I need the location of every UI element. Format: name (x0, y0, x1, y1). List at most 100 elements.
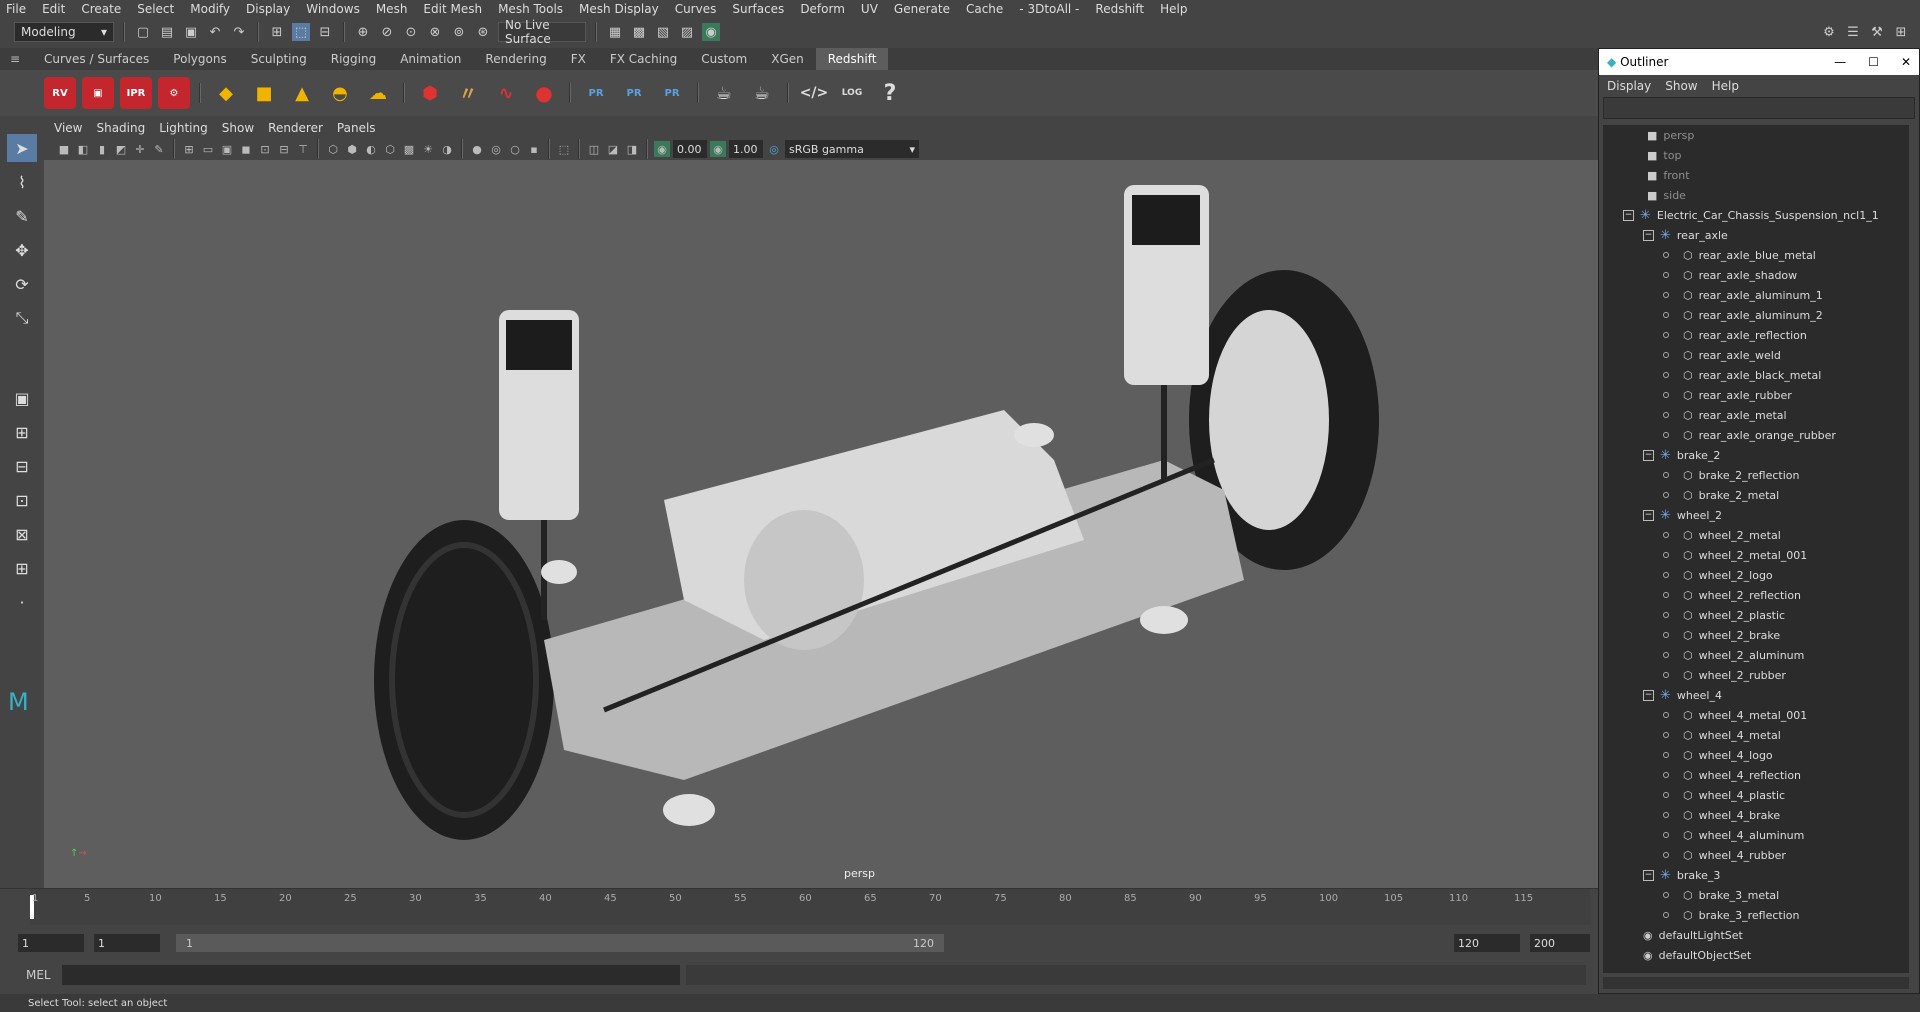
2d-pan-icon[interactable]: ✛ (132, 141, 148, 157)
expand-dot-icon[interactable] (1663, 392, 1669, 398)
image-plane-icon[interactable]: ◩ (113, 141, 129, 157)
expand-dot-icon[interactable] (1663, 832, 1669, 838)
outliner-row[interactable]: ⬡ rear_axle_rubber (1603, 385, 1909, 405)
expand-dot-icon[interactable] (1663, 432, 1669, 438)
expand-dot-icon[interactable] (1663, 592, 1669, 598)
expand-dot-icon[interactable] (1663, 772, 1669, 778)
two-view-icon[interactable]: ⊟ (7, 452, 37, 480)
outliner-row[interactable]: ⬡ rear_axle_shadow (1603, 265, 1909, 285)
redshift-ipr-icon[interactable]: IPR (120, 77, 152, 109)
outliner-row[interactable]: ⬡ rear_axle_black_metal (1603, 365, 1909, 385)
redshift-light-icon[interactable]: ◆ (210, 77, 242, 109)
expand-dot-icon[interactable] (1663, 572, 1669, 578)
command-input[interactable] (62, 965, 680, 985)
redshift-curve-icon[interactable]: ∿ (490, 77, 522, 109)
outliner-row[interactable]: ⬡ wheel_2_aluminum (1603, 645, 1909, 665)
menu-item[interactable]: Redshift (1095, 2, 1144, 16)
menu-item[interactable]: Help (1160, 2, 1187, 16)
outliner-menu-item[interactable]: Show (1665, 79, 1697, 93)
expand-dot-icon[interactable] (1663, 532, 1669, 538)
mel-label[interactable]: MEL (26, 968, 62, 982)
snap-view-icon[interactable]: ⊗ (426, 23, 444, 41)
shelf-tab[interactable]: Custom (689, 48, 759, 70)
attribute-editor-icon[interactable]: ☰ (1844, 23, 1862, 41)
menu-item[interactable]: Display (246, 2, 290, 16)
xray-components-icon[interactable]: ◨ (624, 141, 640, 157)
expand-dot-icon[interactable] (1663, 812, 1669, 818)
expand-dot-icon[interactable] (1663, 712, 1669, 718)
render-settings-icon[interactable]: ▦ (606, 23, 624, 41)
pr-icon-1[interactable]: PR (580, 77, 612, 109)
shelf-menu-icon[interactable]: ≡ (10, 52, 24, 66)
modeling-toolkit-icon[interactable]: ⚙ (1820, 23, 1838, 41)
default-material-icon[interactable]: ◐ (363, 141, 379, 157)
redshift-hair-icon[interactable]: 〃 (452, 77, 484, 109)
xray-icon[interactable]: ◫ (586, 141, 602, 157)
screen-space-ao-icon[interactable]: ● (469, 141, 485, 157)
outliner-row[interactable]: ⬡ wheel_4_brake (1603, 805, 1909, 825)
outliner-row[interactable]: ⬡ wheel_4_metal (1603, 725, 1909, 745)
snap-curve-icon[interactable]: ⊘ (378, 23, 396, 41)
outliner-row[interactable]: ⬡ wheel_2_plastic (1603, 605, 1909, 625)
grid-icon[interactable]: ⊞ (181, 141, 197, 157)
shelf-tab[interactable]: Rendering (473, 48, 558, 70)
shelf-tab[interactable]: Rigging (319, 48, 388, 70)
menu-item[interactable]: Windows (306, 2, 360, 16)
isolate-select-icon[interactable]: ⬚ (556, 141, 572, 157)
pr-icon-3[interactable]: PR (656, 77, 688, 109)
panel-menu-item[interactable]: View (54, 121, 82, 135)
panel-menu-item[interactable]: Panels (337, 121, 376, 135)
snap-grid-icon[interactable]: ⊕ (354, 23, 372, 41)
shelf-tab[interactable]: Curves / Surfaces (32, 48, 161, 70)
time-ruler[interactable]: 1 5 10 15 20 25 30 35 40 45 50 55 60 65 70 75 80 85 90 95 10… (30, 889, 1590, 925)
help-icon[interactable]: ? (874, 77, 906, 109)
snap-point-icon[interactable]: ⊙ (402, 23, 420, 41)
start-time-field[interactable]: 1 (18, 934, 84, 952)
move-tool-icon[interactable]: ✥ (7, 236, 37, 264)
select-component-icon[interactable]: ⊟ (316, 23, 334, 41)
expand-dot-icon[interactable] (1663, 472, 1669, 478)
outliner-row[interactable]: ⬡ wheel_4_metal_001 (1603, 705, 1909, 725)
outliner-row[interactable]: − ✳ wheel_4 (1603, 685, 1909, 705)
outliner-row[interactable]: ■ top (1603, 145, 1909, 165)
outliner-row[interactable]: ⬡ rear_axle_orange_rubber (1603, 425, 1909, 445)
menu-item[interactable]: UV (861, 2, 878, 16)
menu-item[interactable]: Deform (800, 2, 845, 16)
outliner-row[interactable]: ⬡ wheel_4_plastic (1603, 785, 1909, 805)
hypershade-layout-icon[interactable]: ⊞ (7, 554, 37, 582)
panel-menu-item[interactable]: Show (222, 121, 254, 135)
render-view-icon[interactable]: ▨ (678, 23, 696, 41)
expand-dot-icon[interactable] (1663, 252, 1669, 258)
channel-box-icon[interactable]: ⊞ (1892, 23, 1910, 41)
redshift-rv-icon[interactable]: RV (44, 77, 76, 109)
depth-of-field-icon[interactable]: ▪ (526, 141, 542, 157)
redshift-dome-light-icon[interactable]: ◓ (324, 77, 356, 109)
shelf-tab[interactable]: XGen (759, 48, 816, 70)
tool-settings-icon[interactable]: ⚒ (1868, 23, 1886, 41)
outliner-row[interactable]: ◉ defaultObjectSet (1603, 945, 1909, 965)
gate-mask-icon[interactable]: ◼ (238, 141, 254, 157)
menu-item[interactable]: Mesh (376, 2, 408, 16)
expand-dot-icon[interactable] (1663, 912, 1669, 918)
shelf-tab[interactable]: Polygons (161, 48, 238, 70)
end-time-field[interactable]: 120 (1454, 934, 1520, 952)
outliner-row[interactable]: ⬡ brake_2_reflection (1603, 465, 1909, 485)
rotate-tool-icon[interactable]: ⟳ (7, 270, 37, 298)
outliner-row[interactable]: ⬡ wheel_2_rubber (1603, 665, 1909, 685)
shelf-tab[interactable]: FX (559, 48, 598, 70)
expand-dot-icon[interactable] (1663, 552, 1669, 558)
expand-dot-icon[interactable] (1663, 732, 1669, 738)
mode-dropdown[interactable]: Modeling ▾ (14, 22, 114, 42)
viewport-3d[interactable]: ↑→ persp (44, 160, 1598, 888)
expand-dot-icon[interactable] (1663, 352, 1669, 358)
outliner-row[interactable]: ⬡ wheel_2_brake (1603, 625, 1909, 645)
ipr-render-icon[interactable]: ▧ (654, 23, 672, 41)
small-dot-icon[interactable]: · (7, 588, 37, 616)
expand-dot-icon[interactable] (1663, 412, 1669, 418)
expand-dot-icon[interactable] (1663, 612, 1669, 618)
shelf-tab[interactable]: Sculpting (239, 48, 319, 70)
open-scene-icon[interactable]: ▤ (158, 23, 176, 41)
outliner-row[interactable]: ⬡ brake_2_metal (1603, 485, 1909, 505)
menu-item[interactable]: Mesh Tools (498, 2, 563, 16)
expand-dot-icon[interactable] (1663, 292, 1669, 298)
